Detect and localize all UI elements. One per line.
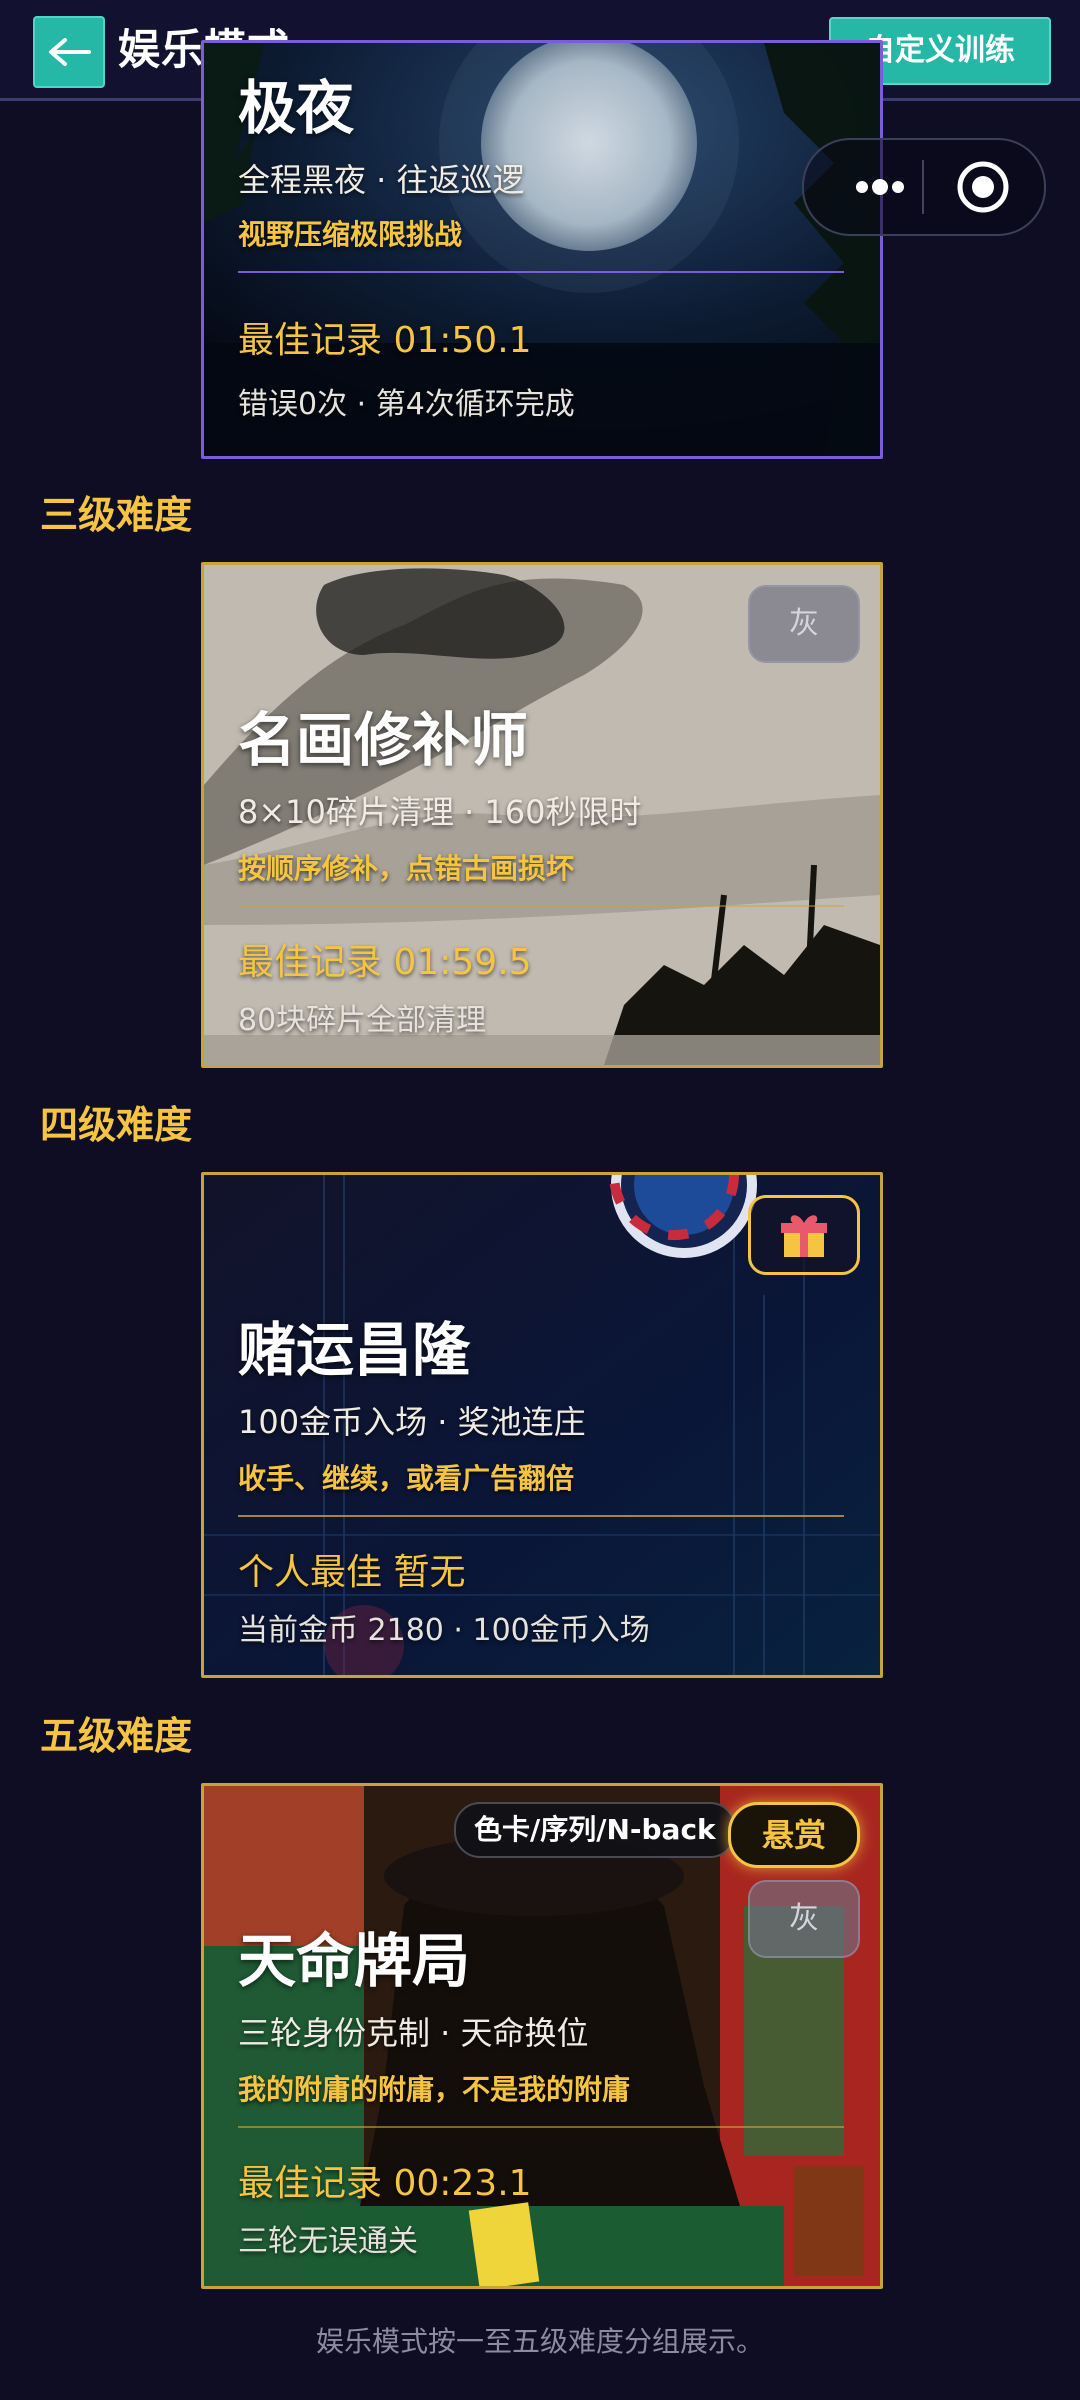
- card-detail: 80块碎片全部清理: [238, 1003, 487, 1038]
- card-detail: 三轮无误通关: [238, 2224, 418, 2259]
- card-subtitle: 全程黑夜 · 往返巡逻: [238, 161, 525, 199]
- card-tip: 按顺序修补，点错古画损坏: [238, 852, 575, 885]
- mode-card-fate-cards[interactable]: 色卡/序列/N-back 悬赏 灰 天命牌局 三轮身份克制 · 天命换位 我的附…: [201, 1783, 883, 2289]
- mode-card-polar-night[interactable]: 极夜 全程黑夜 · 往返巡逻 视野压缩极限挑战 最佳记录 01:50.1 错误0…: [201, 40, 883, 459]
- card-divider: [238, 271, 844, 273]
- grey-badge: 灰: [748, 585, 860, 663]
- card-title: 赌运昌隆: [238, 1316, 471, 1384]
- card-divider: [238, 2126, 844, 2128]
- card-detail: 错误0次 · 第4次循环完成: [238, 387, 575, 422]
- back-button[interactable]: [33, 16, 105, 88]
- category-tag: 色卡/序列/N-back: [454, 1802, 736, 1858]
- mode-card-fortune[interactable]: 赌运昌隆 100金币入场 · 奖池连庄 收手、继续，或看广告翻倍 个人最佳 暂无…: [201, 1172, 883, 1678]
- card-best-record: 个人最佳 暂无: [238, 1552, 466, 1593]
- card-detail: 当前金币 2180 · 100金币入场: [238, 1613, 650, 1648]
- miniprogram-capsule: [802, 138, 1046, 236]
- level-3-heading: 三级难度: [40, 493, 193, 537]
- more-icon[interactable]: [834, 160, 934, 214]
- card-tip: 收手、继续，或看广告翻倍: [238, 1462, 575, 1495]
- arrow-left-icon: [49, 38, 91, 66]
- card-best-record: 最佳记录 01:50.1: [238, 320, 532, 361]
- card-subtitle: 8×10碎片清理 · 160秒限时: [238, 793, 642, 831]
- card-subtitle: 100金币入场 · 奖池连庄: [238, 1403, 586, 1441]
- card-title: 天命牌局: [238, 1927, 471, 1995]
- card-title: 名画修补师: [238, 706, 529, 774]
- close-target-icon[interactable]: [954, 158, 1012, 216]
- footer-note: 娱乐模式按一至五级难度分组展示。: [315, 2325, 764, 2358]
- level-4-heading: 四级难度: [40, 1103, 193, 1147]
- card-best-record: 最佳记录 01:59.5: [238, 942, 532, 983]
- mode-card-painting-restorer[interactable]: 灰 名画修补师 8×10碎片清理 · 160秒限时 按顺序修补，点错古画损坏 最…: [201, 562, 883, 1068]
- bounty-badge[interactable]: 悬赏: [728, 1802, 860, 1868]
- grey-badge: 灰: [748, 1880, 860, 1958]
- card-divider: [238, 905, 844, 907]
- gift-icon: [781, 1215, 827, 1257]
- card-best-record: 最佳记录 00:23.1: [238, 2163, 532, 2204]
- card-tip: 我的附庸的附庸，不是我的附庸: [238, 2073, 631, 2106]
- card-title: 极夜: [238, 74, 355, 142]
- capsule-divider: [922, 160, 924, 214]
- card-tip: 视野压缩极限挑战: [238, 218, 463, 251]
- gift-button[interactable]: [748, 1195, 860, 1275]
- card-subtitle: 三轮身份克制 · 天命换位: [238, 2014, 589, 2052]
- card-divider: [238, 1515, 844, 1517]
- level-5-heading: 五级难度: [40, 1714, 193, 1758]
